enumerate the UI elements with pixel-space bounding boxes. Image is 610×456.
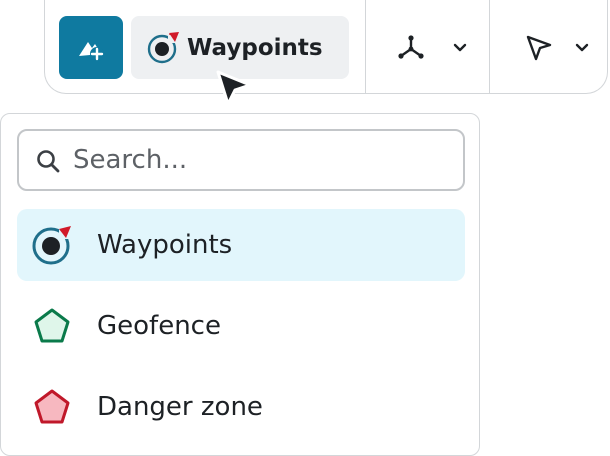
- pointer-tool-button[interactable]: [505, 16, 605, 79]
- list-item-label: Danger zone: [97, 392, 263, 422]
- waypoints-icon: [32, 226, 71, 265]
- app-stage: Waypoints Search... Waypoints Geofence D…: [0, 0, 610, 456]
- search-field[interactable]: [17, 129, 465, 191]
- pointer-icon: [526, 35, 552, 61]
- search-icon: [37, 150, 60, 173]
- list-item-waypoints[interactable]: Waypoints: [17, 209, 465, 281]
- add-mission-button[interactable]: [59, 16, 123, 79]
- list-item-label: Geofence: [97, 311, 221, 341]
- danger-zone-pentagon-icon: [34, 389, 70, 424]
- waypoints-icon: [147, 32, 179, 64]
- list-item-danger-zone[interactable]: Danger zone: [17, 371, 465, 443]
- search-input[interactable]: [73, 141, 443, 179]
- axis-tool-button[interactable]: [381, 16, 489, 79]
- toolbar-divider: [365, 0, 366, 94]
- mode-selector-label: Waypoints: [187, 35, 323, 61]
- tri-axis-icon: [398, 35, 424, 59]
- list-item-label: Waypoints: [97, 230, 233, 260]
- chevron-down-icon: [575, 43, 589, 52]
- geofence-pentagon-icon: [34, 308, 70, 343]
- add-mission-icon: [79, 42, 104, 61]
- chevron-down-icon: [453, 43, 467, 52]
- mode-dropdown-panel: Waypoints Geofence Danger zone: [0, 113, 480, 456]
- toolbar-divider: [489, 0, 490, 94]
- list-item-geofence[interactable]: Geofence: [17, 290, 465, 362]
- mouse-cursor-icon: [216, 70, 252, 106]
- toolbar: Waypoints: [44, 0, 608, 94]
